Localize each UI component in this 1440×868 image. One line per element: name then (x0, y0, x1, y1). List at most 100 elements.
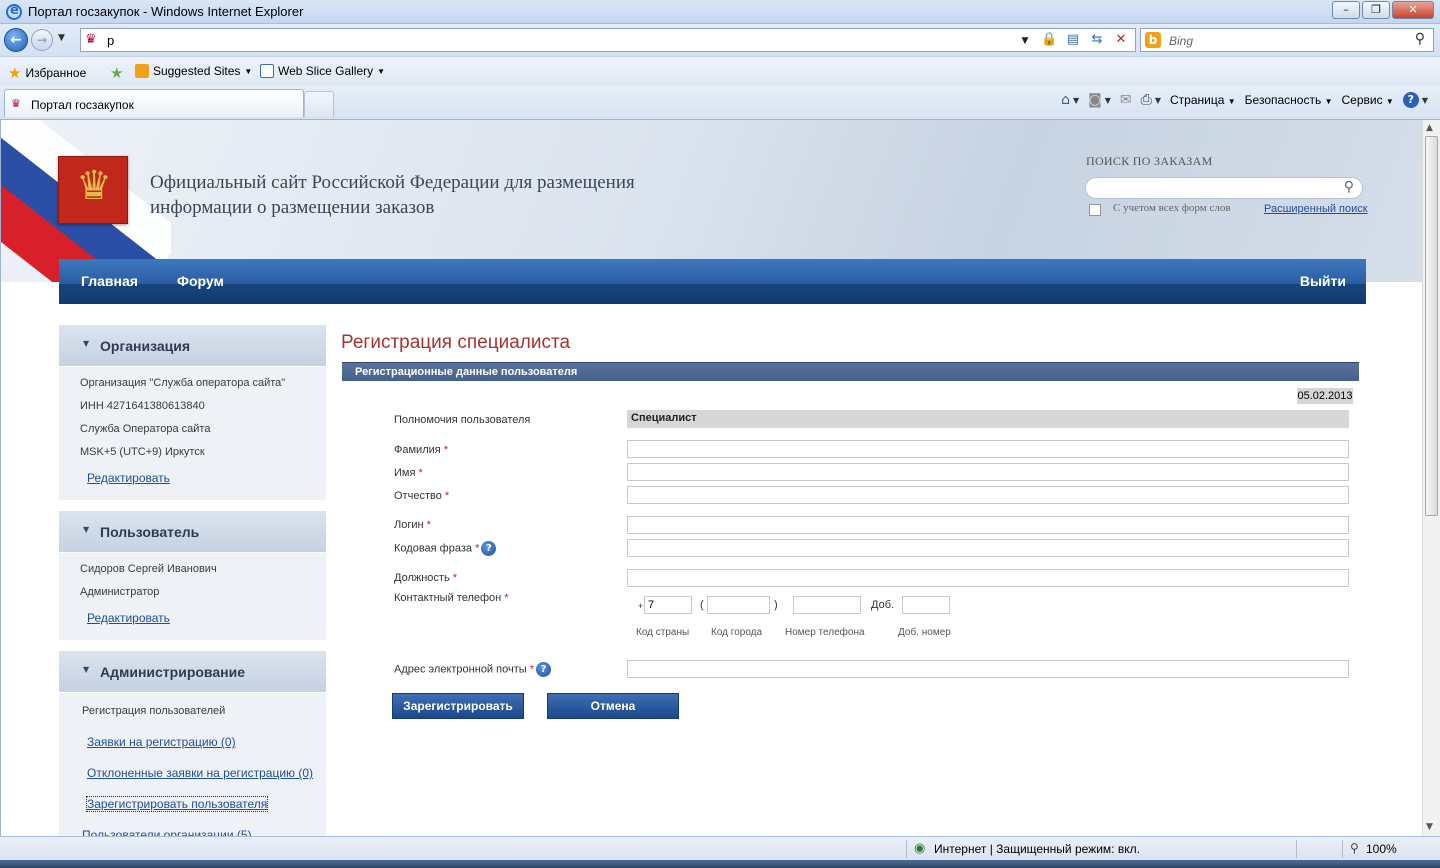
order-search-label: ПОИСК ПО ЗАКАЗАМ (1086, 154, 1213, 168)
home-dropdown-icon[interactable]: ▼ (1073, 96, 1079, 105)
safety-menu[interactable]: Безопасность ▼ (1245, 93, 1333, 107)
required-mark: * (529, 663, 534, 676)
rejected-requests-link[interactable]: Отклоненные заявки на регистрацию (0) (87, 766, 313, 780)
phone-country-code-input[interactable]: 7 (644, 596, 692, 614)
security-zone-text[interactable]: Интернет | Защищенный режим: вкл. (934, 842, 1140, 856)
registration-requests-link[interactable]: Заявки на регистрацию (0) (87, 735, 236, 749)
all-word-forms-checkbox[interactable] (1089, 204, 1101, 216)
middle-name-input[interactable] (627, 486, 1349, 504)
search-icon[interactable]: ⚲ (1415, 31, 1425, 47)
section-header: Регистрационные данные пользователя (342, 362, 1359, 381)
cancel-button[interactable]: Отмена (547, 693, 679, 719)
organization-users-link[interactable]: Пользователи организации (5) (82, 828, 252, 836)
maximize-button[interactable]: ❐ (1362, 1, 1390, 19)
search-input[interactable]: b Bing ⚲ (1140, 28, 1434, 52)
address-bar-row: ← → ▼ ♛ p ▼ 🔒 ▤ ⇆ ✕ b Bing ⚲ (0, 24, 1440, 56)
organization-unit: Служба Оператора сайта (80, 423, 211, 435)
print-icon[interactable]: ⎙ (1141, 92, 1152, 108)
tools-menu[interactable]: Сервис ▼ (1341, 93, 1393, 107)
favorites-bar: ★ Избранное ★ Suggested Sites ▼ Web Slic… (0, 56, 1440, 86)
organization-edit-link[interactable]: Редактировать (87, 471, 170, 485)
ext-number-caption: Доб. номер (898, 627, 951, 638)
web-slice-gallery-link[interactable]: Web Slice Gallery ▼ (260, 64, 385, 78)
safety-menu-label: Безопасность (1244, 93, 1322, 107)
code-phrase-input[interactable] (627, 539, 1349, 557)
home-icon[interactable]: ⌂ (1061, 92, 1070, 108)
page-menu[interactable]: Страница ▼ (1170, 93, 1236, 107)
last-name-input[interactable] (627, 440, 1349, 458)
order-search-icon[interactable]: ⚲ (1344, 179, 1354, 195)
add-to-favorites-bar-button[interactable]: ★ (110, 64, 123, 82)
address-input[interactable]: ♛ p ▼ 🔒 ▤ ⇆ ✕ (80, 28, 1136, 52)
print-dropdown-icon[interactable]: ▼ (1155, 96, 1161, 105)
refresh-icon[interactable]: ⇆ (1089, 32, 1105, 50)
help-icon[interactable]: ? (1402, 92, 1419, 108)
help-dropdown-icon[interactable]: ▼ (1422, 96, 1428, 105)
required-mark: * (443, 444, 449, 456)
lock-icon[interactable]: 🔒 (1041, 32, 1057, 50)
stop-icon[interactable]: ✕ (1113, 32, 1129, 50)
forward-button[interactable]: → (31, 29, 53, 51)
back-button[interactable]: ← (4, 28, 28, 52)
required-mark: * (452, 572, 458, 584)
new-tab-button[interactable] (304, 91, 334, 117)
coat-of-arms-logo[interactable]: ♛ (58, 156, 128, 224)
required-mark: * (426, 519, 431, 531)
address-dropdown-icon[interactable]: ▼ (1017, 32, 1033, 50)
feeds-icon[interactable]: ◙ (1088, 92, 1102, 108)
email-label: Адрес электронной почты *? (394, 662, 551, 677)
advanced-search-link[interactable]: Расширенный поиск (1264, 203, 1368, 215)
zoom-icon[interactable]: ⚲ (1350, 841, 1359, 855)
zoom-level[interactable]: 100% (1366, 842, 1397, 856)
email-input[interactable] (627, 660, 1349, 678)
tools-menu-label: Сервис (1341, 93, 1383, 107)
phone-number-input[interactable] (793, 596, 861, 614)
register-user-link[interactable]: Зарегистрировать пользователя (85, 796, 269, 812)
user-panel-header[interactable]: ▼ Пользователь (59, 511, 326, 553)
eagle-icon: ♛ (76, 163, 112, 209)
minimize-button[interactable]: – (1332, 1, 1360, 19)
address-text: p (107, 33, 115, 48)
position-input[interactable] (627, 569, 1349, 587)
compatibility-view-icon[interactable]: ▤ (1065, 32, 1081, 50)
scrollbar-thumb[interactable] (1425, 136, 1438, 516)
register-button[interactable]: Зарегистрировать (392, 693, 524, 719)
feeds-dropdown-icon[interactable]: ▼ (1105, 96, 1111, 105)
admin-panel-header[interactable]: ▼ Администрирование (59, 651, 326, 693)
nav-home-link[interactable]: Главная (81, 273, 138, 289)
window-titlebar: Портал госзакупок - Windows Internet Exp… (0, 0, 1440, 24)
phone-plus: + (638, 601, 644, 611)
tab-bar: ♛ Портал госзакупок ⌂ ▼ ◙ ▼ ✉ ⎙ ▼ Страница … (0, 86, 1440, 120)
phone-city-code-input[interactable] (707, 596, 770, 614)
code-phrase-help-icon[interactable]: ? (481, 541, 497, 556)
logout-link[interactable]: Выйти (1300, 273, 1346, 289)
email-help-icon[interactable]: ? (535, 662, 551, 677)
all-word-forms-label: С учетом всех форм слов (1113, 202, 1231, 214)
sidebar-admin-panel: ▼ Администрирование Регистрация пользова… (59, 651, 326, 836)
window-controls: – ❐ ✕ (1330, 1, 1434, 19)
history-dropdown-icon[interactable]: ▼ (58, 33, 65, 43)
favorites-button[interactable]: ★ Избранное (8, 64, 86, 82)
order-search-input[interactable]: ⚲ (1085, 177, 1363, 199)
close-window-button[interactable]: ✕ (1392, 1, 1434, 19)
nav-forum-link[interactable]: Форум (177, 273, 224, 289)
site-title-line1: Официальный сайт Российской Федерации дл… (150, 172, 635, 193)
collapse-chevron-icon: ▼ (83, 525, 90, 534)
user-edit-link[interactable]: Редактировать (87, 611, 170, 625)
organization-panel-header[interactable]: ▼ Организация (59, 325, 326, 367)
phone-label-text: Контактный телефон (394, 592, 502, 604)
login-input[interactable] (627, 516, 1349, 534)
required-mark: * (418, 467, 423, 479)
first-name-label-text: Имя (394, 467, 416, 479)
role-value: Специалист (627, 410, 1349, 428)
suggested-sites-link[interactable]: Suggested Sites ▼ (135, 64, 252, 78)
vertical-scrollbar[interactable]: ▲ ▼ (1422, 120, 1440, 836)
organization-timezone: MSK+5 (UTC+9) Иркутск (80, 446, 205, 458)
mail-icon[interactable]: ✉ (1120, 92, 1132, 108)
tab-current[interactable]: ♛ Портал госзакупок (4, 89, 304, 117)
scroll-up-icon[interactable]: ▲ (1426, 123, 1433, 133)
scroll-down-icon[interactable]: ▼ (1426, 822, 1433, 832)
phone-ext-input[interactable] (902, 596, 950, 614)
first-name-input[interactable] (627, 463, 1349, 481)
country-code-caption: Код страны (636, 627, 690, 638)
